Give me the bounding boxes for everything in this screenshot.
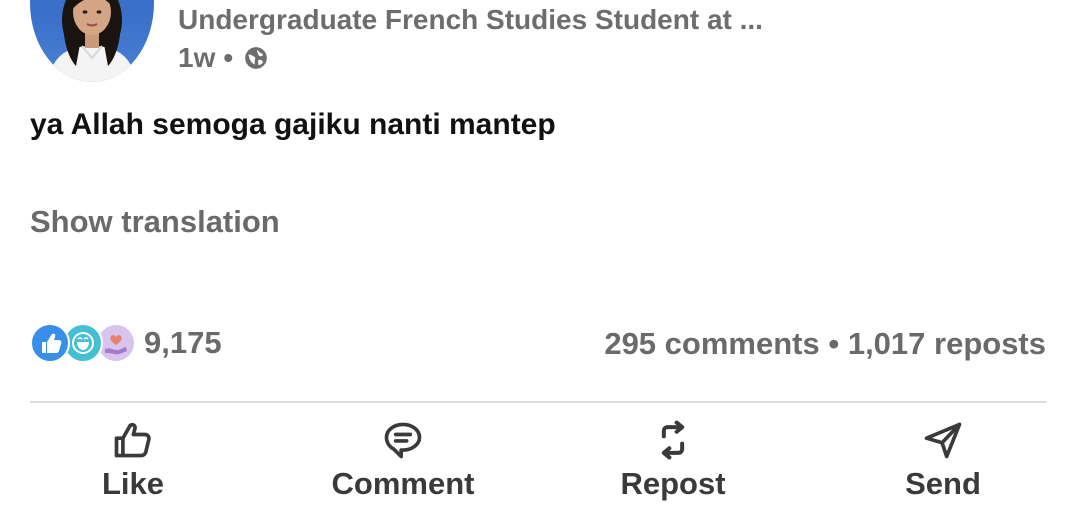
repost-label: Repost [620, 466, 726, 501]
comments-count-link[interactable]: 295 comments [604, 326, 819, 361]
reaction-count: 9,175 [144, 325, 222, 360]
like-label: Like [101, 466, 165, 501]
counts-separator: • [828, 326, 840, 361]
send-label: Send [905, 466, 981, 501]
reaction-icons [30, 322, 136, 364]
repost-icon [661, 420, 685, 460]
post-card: Undergraduate French Studies Student at … [0, 0, 1078, 519]
meta-separator: • [223, 42, 234, 73]
show-translation-link[interactable]: Show translation [30, 204, 280, 240]
post-timestamp: 1w [178, 42, 216, 73]
reposts-count-link[interactable]: 1,017 reposts [848, 326, 1046, 361]
divider [30, 401, 1046, 403]
post-meta: 1w • [178, 42, 269, 74]
reactions-summary[interactable]: 9,175 [30, 322, 222, 364]
engagement-counts: 295 comments • 1,017 reposts [604, 326, 1046, 362]
globe-icon [243, 45, 269, 71]
like-reaction-icon [30, 323, 70, 363]
action-bar: Like Comment Repost Send [0, 418, 1078, 519]
comment-label: Comment [331, 466, 475, 501]
post-text: ya Allah semoga gajiku nanti mantep [30, 108, 556, 141]
send-icon [924, 422, 962, 459]
send-button[interactable]: Send [843, 418, 1043, 502]
comment-button[interactable]: Comment [303, 418, 503, 502]
like-button[interactable]: Like [33, 418, 233, 502]
author-subtitle[interactable]: Undergraduate French Studies Student at … [178, 4, 763, 36]
author-avatar[interactable] [30, 0, 154, 82]
thumbs-up-icon [114, 422, 151, 458]
repost-button[interactable]: Repost [573, 418, 773, 502]
comment-icon [384, 422, 422, 459]
